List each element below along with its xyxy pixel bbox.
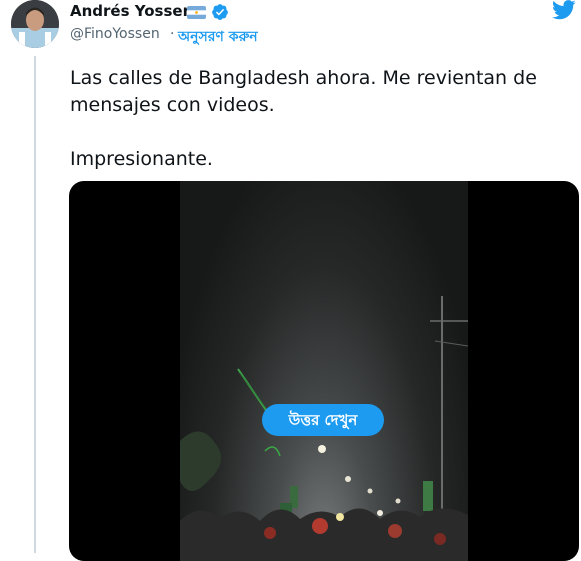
video-frame[interactable]	[180, 181, 468, 561]
show-replies-button[interactable]: উত্তর দেখুন	[262, 404, 384, 436]
follow-button[interactable]: অনুসরণ করুন	[178, 25, 258, 49]
twitter-bird-icon[interactable]	[552, 0, 576, 20]
verified-badge-icon	[212, 4, 228, 20]
thread-line	[34, 56, 36, 553]
argentina-flag-icon	[187, 6, 206, 19]
author-name[interactable]: Andrés Yossen	[70, 2, 193, 20]
video-media[interactable]	[69, 181, 579, 561]
author-handle[interactable]: @FinoYossen	[70, 26, 160, 42]
tweet-paragraph: Las calles de Bangladesh ahora. Me revie…	[70, 67, 537, 116]
separator-dot: ·	[170, 26, 175, 42]
tweet-paragraph: Impresionante.	[70, 148, 213, 170]
tweet-text: Las calles de Bangladesh ahora. Me revie…	[70, 65, 560, 173]
avatar[interactable]	[11, 0, 59, 48]
